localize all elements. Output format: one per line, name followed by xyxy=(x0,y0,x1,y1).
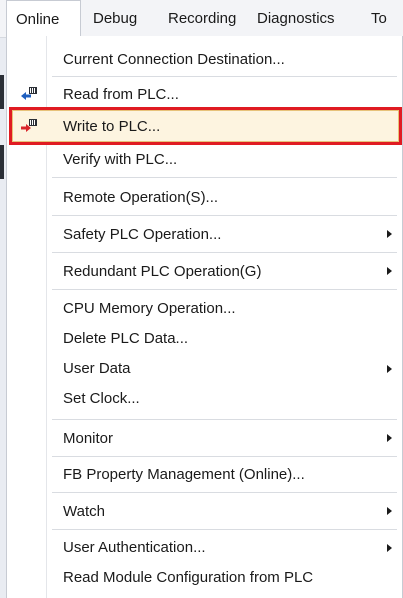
menu-item-label: Read from PLC... xyxy=(63,86,179,103)
menu-item-monitor[interactable]: Monitor xyxy=(7,421,402,455)
window-edge-mark xyxy=(0,75,4,109)
submenu-arrow-icon xyxy=(387,230,392,238)
menu-separator xyxy=(52,492,397,493)
menu-item-label: Verify with PLC... xyxy=(63,150,178,168)
submenu-arrow-icon xyxy=(387,543,392,552)
menu-separator xyxy=(52,252,397,253)
menu-item-redundant-plc-operation[interactable]: Redundant PLC Operation(G) xyxy=(7,254,402,288)
menu-item-label: Current Connection Destination... xyxy=(63,50,285,68)
menu-item-safety-plc-operation[interactable]: Safety PLC Operation... xyxy=(7,217,402,251)
menu-item-label: CPU Memory Operation... xyxy=(63,300,236,317)
menu-item-label: Set Clock... xyxy=(63,390,140,407)
menu-item-label: Watch xyxy=(63,502,105,520)
menu-item-user-data[interactable]: User Data xyxy=(7,352,402,385)
menu-item-label: Read Module Configuration from PLC xyxy=(63,569,314,586)
menu-item-watch[interactable]: Watch xyxy=(7,494,402,528)
menu-item-label: Monitor xyxy=(63,429,114,447)
read-from-plc-icon xyxy=(20,86,38,104)
menu-item-set-clock[interactable]: Set Clock... xyxy=(7,382,402,415)
menu-separator xyxy=(52,289,397,290)
menu-item-delete-plc-data[interactable]: Delete PLC Data... xyxy=(7,322,402,355)
menu-item-user-authentication[interactable]: User Authentication... xyxy=(7,531,402,564)
window-edge-mark xyxy=(0,145,4,179)
menu-item-label: Redundant PLC Operation(G) xyxy=(63,262,262,280)
menu-separator xyxy=(52,419,397,420)
menu-item-remote-operation[interactable]: Remote Operation(S)... xyxy=(7,180,402,214)
menu-item-read-module-configuration[interactable]: Read Module Configuration from PLC xyxy=(7,561,402,594)
submenu-arrow-icon xyxy=(387,434,392,442)
menu-online[interactable]: Online xyxy=(6,0,81,38)
menu-item-label: User Authentication... xyxy=(63,539,206,556)
menu-item-fb-property-management[interactable]: FB Property Management (Online)... xyxy=(7,457,402,491)
menu-item-label: FB Property Management (Online)... xyxy=(63,465,305,483)
menu-item-write-to-plc[interactable]: Write to PLC... xyxy=(7,111,402,142)
menu-item-label: Delete PLC Data... xyxy=(63,330,189,347)
write-to-plc-icon xyxy=(20,118,38,136)
menu-item-read-from-plc[interactable]: Read from PLC... xyxy=(7,79,402,110)
menu-item-label: Write to PLC... xyxy=(63,118,161,135)
menu-item-label: User Data xyxy=(63,360,131,377)
menu-tools[interactable]: To xyxy=(371,0,387,37)
submenu-arrow-icon xyxy=(387,507,392,515)
menu-item-cpu-memory-operation[interactable]: CPU Memory Operation... xyxy=(7,292,402,325)
menu-separator xyxy=(52,177,397,178)
menu-item-label: Remote Operation(S)... xyxy=(63,188,219,206)
menu-diagnostics[interactable]: Diagnostics xyxy=(257,0,335,37)
menu-item-verify-with-plc[interactable]: Verify with PLC... xyxy=(7,142,402,176)
menu-item-current-connection-destination[interactable]: Current Connection Destination... xyxy=(7,42,402,76)
menu-debug[interactable]: Debug xyxy=(93,0,137,37)
submenu-arrow-icon xyxy=(387,364,392,373)
menu-separator xyxy=(52,215,397,216)
menu-recording[interactable]: Recording xyxy=(168,0,236,37)
menu-separator xyxy=(52,76,397,77)
menu-bar: Online Debug Recording Diagnostics To xyxy=(0,0,403,38)
submenu-arrow-icon xyxy=(387,267,392,275)
menu-item-label: Safety PLC Operation... xyxy=(63,225,222,243)
menu-separator xyxy=(52,529,397,530)
